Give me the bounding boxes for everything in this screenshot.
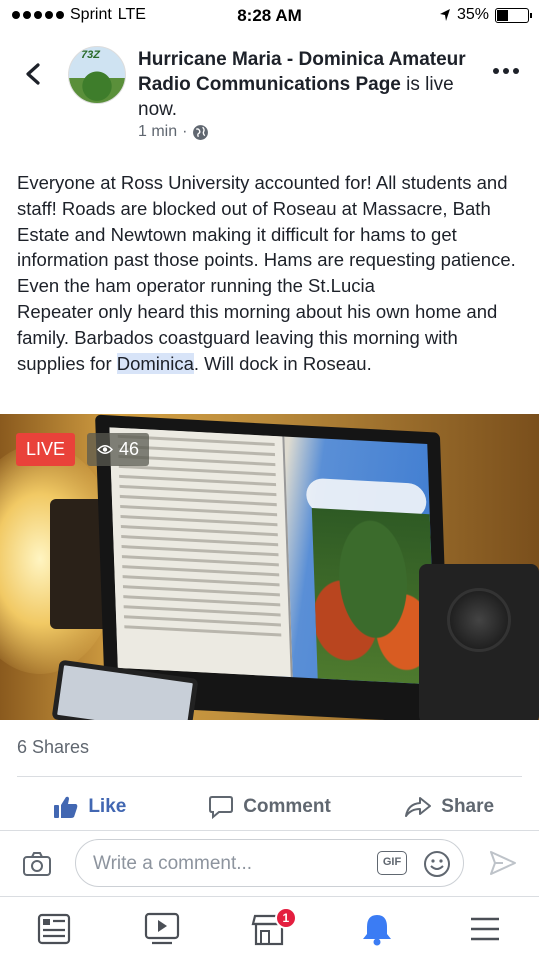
tab-notifications[interactable] (323, 897, 431, 960)
tab-menu[interactable] (431, 897, 539, 960)
bell-icon (363, 914, 392, 945)
meta-separator: · (182, 123, 188, 140)
comment-input[interactable]: Write a comment... GIF (75, 839, 464, 887)
back-chevron-icon[interactable] (20, 60, 48, 88)
post-text-after: . Will dock in Roseau. (193, 352, 372, 374)
tab-marketplace[interactable]: 1 (216, 897, 324, 960)
battery-icon (495, 7, 532, 23)
status-bar: Sprint LTE 8:28 AM 35% (0, 0, 539, 32)
comment-bubble-icon (209, 796, 234, 819)
like-button[interactable]: Like (0, 788, 180, 826)
video-play-icon (144, 912, 179, 944)
sticker-smiley-icon[interactable] (423, 850, 451, 878)
tab-watch[interactable] (108, 897, 216, 960)
post-title: Hurricane Maria - Dominica Amateur Radio… (138, 47, 468, 122)
camera-icon[interactable] (22, 851, 52, 877)
divider (0, 830, 539, 831)
shares-count[interactable]: 6 Shares (17, 737, 89, 758)
live-video[interactable]: LIVE 46 (0, 414, 539, 720)
notification-badge: 1 (274, 907, 297, 929)
post-meta: 1 min · (138, 123, 209, 141)
globe-icon (193, 124, 209, 140)
comment-bar: Write a comment... GIF (0, 834, 539, 894)
hamburger-menu-icon (471, 917, 500, 940)
share-button[interactable]: Share (359, 788, 539, 826)
post-text-highlight: Dominica (116, 352, 194, 374)
more-options-icon[interactable] (493, 68, 519, 74)
battery-percent: 35% (456, 6, 489, 23)
viewer-count-badge: 46 (87, 433, 150, 466)
news-feed-icon (37, 913, 70, 944)
video-scene-speaker-right (419, 564, 539, 720)
post-text-before: Everyone at Ross University accounted fo… (17, 172, 516, 374)
eye-icon (97, 445, 113, 454)
share-label: Share (441, 796, 495, 817)
post-body: Everyone at Ross University accounted fo… (17, 170, 527, 376)
status-right: 35% (439, 6, 532, 24)
bottom-tab-bar: 1 (0, 896, 539, 960)
send-icon[interactable] (489, 850, 517, 876)
comment-button[interactable]: Comment (180, 788, 360, 826)
share-arrow-icon (405, 797, 432, 817)
avatar-tag: 73Z (81, 49, 100, 61)
live-badge: LIVE (16, 433, 76, 466)
thumbs-up-icon (54, 796, 78, 818)
page-avatar[interactable]: 73Z (68, 46, 126, 104)
comment-label: Comment (243, 796, 331, 817)
location-arrow-icon (439, 9, 450, 21)
viewer-count: 46 (119, 439, 140, 459)
post-time[interactable]: 1 min (138, 123, 177, 141)
tab-news-feed[interactable] (0, 897, 108, 960)
like-label: Like (88, 796, 127, 817)
gif-button[interactable]: GIF (377, 851, 407, 875)
divider (17, 776, 522, 777)
comment-placeholder: Write a comment... (93, 853, 253, 874)
post-actions: Like Comment Share (0, 788, 539, 826)
